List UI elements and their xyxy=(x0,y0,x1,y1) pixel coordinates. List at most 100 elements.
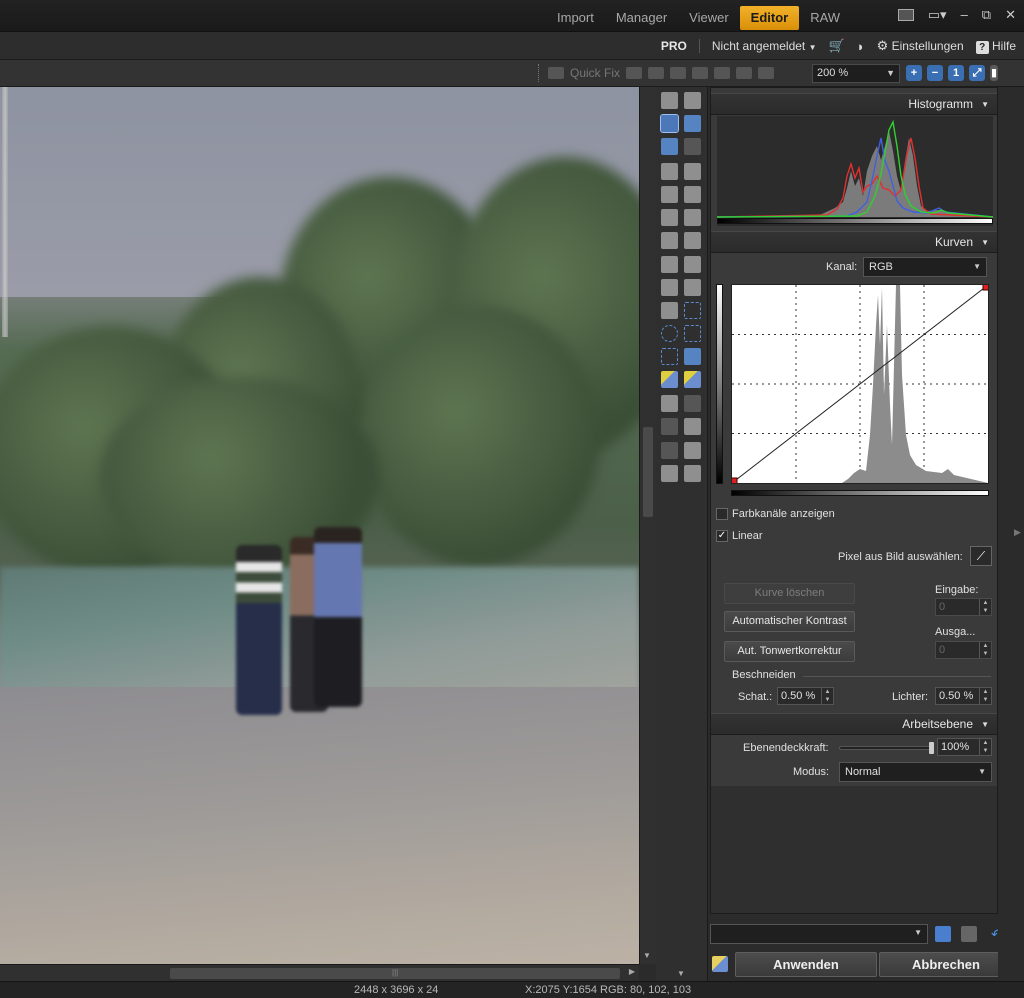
magic-wand-icon[interactable] xyxy=(661,371,678,388)
monitor-icon[interactable] xyxy=(897,9,914,21)
straighten-tool-icon[interactable] xyxy=(661,163,678,180)
apply-button[interactable]: Anwenden xyxy=(735,952,877,977)
image-canvas[interactable] xyxy=(0,87,639,964)
chevron-down-icon[interactable]: ▼ xyxy=(677,969,685,978)
line-tool-icon[interactable] xyxy=(661,442,678,459)
shape-tool-icon[interactable] xyxy=(684,418,701,435)
perspective-tool-icon[interactable] xyxy=(684,163,701,180)
scroll-thumb[interactable] xyxy=(643,427,653,517)
spinner-arrows-icon[interactable]: ▲ ▼ xyxy=(821,688,833,704)
brush-select-icon[interactable] xyxy=(684,371,701,388)
wand-tool-icon[interactable] xyxy=(661,256,678,273)
paint-icon[interactable] xyxy=(692,67,709,79)
layer-header[interactable]: Arbeitsebene ▼ xyxy=(711,713,997,735)
rect-select-icon[interactable] xyxy=(684,302,701,319)
rss-icon[interactable]: ◗ xyxy=(857,39,865,54)
cancel-button[interactable]: Abbrechen xyxy=(879,952,1013,977)
redeye-tool-icon[interactable] xyxy=(684,92,701,109)
show-channels-checkbox[interactable] xyxy=(716,508,728,520)
straighten-icon[interactable] xyxy=(648,67,665,79)
triangle-icon[interactable] xyxy=(714,67,731,79)
output-spinner[interactable]: 0 ▲ ▼ xyxy=(935,641,992,659)
copy-icon[interactable] xyxy=(961,926,977,942)
auto-levels-button[interactable]: Aut. Tonwertkorrektur xyxy=(724,641,855,662)
hand-tool-icon[interactable] xyxy=(661,138,678,155)
zoom-select[interactable]: 200 % ▼ xyxy=(812,64,900,83)
tab-viewer[interactable]: Viewer xyxy=(678,6,740,30)
mode-select[interactable]: Normal ▼ xyxy=(839,762,992,782)
brush-icon[interactable] xyxy=(670,67,687,79)
chevron-right-icon[interactable]: ▶ xyxy=(1014,527,1021,538)
curves-header[interactable]: Kurven ▼ xyxy=(711,231,997,253)
channel-select[interactable]: RGB ▼ xyxy=(863,257,987,277)
quick-fix-icon[interactable] xyxy=(548,67,564,79)
stamp-tool-icon[interactable] xyxy=(661,232,678,249)
ellipse-select-icon[interactable] xyxy=(661,325,678,342)
crop-tool-icon[interactable] xyxy=(684,138,701,155)
mask-tool-icon[interactable] xyxy=(684,395,701,412)
fill-tool-icon[interactable] xyxy=(684,279,701,296)
red-eye-icon[interactable] xyxy=(626,67,643,79)
path-tool-icon[interactable] xyxy=(684,442,701,459)
gradient-tool-icon[interactable] xyxy=(661,209,678,226)
polygon-select-icon[interactable] xyxy=(661,348,678,365)
preview-icon[interactable] xyxy=(712,956,728,972)
text-tool-icon[interactable] xyxy=(661,418,678,435)
zoom-out-icon[interactable]: − xyxy=(927,65,943,81)
panel-collapse-strip[interactable]: ▶ xyxy=(998,87,1024,981)
settings-button[interactable]: ⚙ Einstellungen xyxy=(877,38,964,54)
fit-icon[interactable]: ⤢ xyxy=(969,65,985,81)
clear-curve-button[interactable]: Kurve löschen xyxy=(724,583,855,604)
picker-tool-icon[interactable] xyxy=(684,465,701,482)
color-tool-icon[interactable] xyxy=(661,465,678,482)
frame-tool-icon[interactable] xyxy=(661,186,678,203)
transform-tool-icon[interactable] xyxy=(684,186,701,203)
quick-fix-tool-icon[interactable] xyxy=(661,92,678,109)
histogram-header[interactable]: Histogramm ▼ xyxy=(711,93,997,115)
adjust-tool-icon[interactable] xyxy=(660,114,679,133)
save-icon[interactable] xyxy=(935,926,951,942)
restore-button[interactable]: ⧉ xyxy=(982,8,991,22)
login-status-menu[interactable]: Nicht angemeldet ▼ xyxy=(712,39,817,53)
cart-icon[interactable]: 🛒 xyxy=(829,38,845,54)
horizontal-scrollbar[interactable]: ||| ▶ xyxy=(0,964,639,981)
spinner-arrows-icon[interactable]: ▲ ▼ xyxy=(979,599,991,615)
minimize-button[interactable]: – xyxy=(961,8,968,22)
tab-raw[interactable]: RAW xyxy=(799,6,851,30)
heal-tool-icon[interactable] xyxy=(684,232,701,249)
highlights-spinner[interactable]: 0.50 % ▲ ▼ xyxy=(935,687,992,705)
scroll-down-arrow[interactable]: ▼ xyxy=(643,951,651,960)
eraser-tool-icon[interactable] xyxy=(661,302,678,319)
image-icon[interactable] xyxy=(736,67,753,79)
close-button[interactable]: ✕ xyxy=(1005,8,1016,22)
auto-contrast-button[interactable]: Automatischer Kontrast xyxy=(724,611,855,632)
shadows-spinner[interactable]: 0.50 % ▲ ▼ xyxy=(777,687,834,705)
quick-fix-label[interactable]: Quick Fix xyxy=(570,66,620,80)
lasso-select-icon[interactable] xyxy=(684,325,701,342)
tab-editor[interactable]: Editor xyxy=(739,6,800,30)
opacity-slider[interactable] xyxy=(839,742,934,754)
curve-editor[interactable] xyxy=(730,283,990,485)
tab-import[interactable]: Import xyxy=(546,6,605,30)
input-spinner[interactable]: 0 ▲ ▼ xyxy=(935,598,992,616)
tab-manager[interactable]: Manager xyxy=(605,6,678,30)
display-menu-icon[interactable]: ▭▾ xyxy=(928,8,947,22)
linear-checkbox[interactable]: ✓ xyxy=(716,530,728,542)
opacity-slider-knob[interactable] xyxy=(929,742,934,754)
full-screen-icon[interactable]: ▮ xyxy=(990,65,998,81)
spinner-arrows-icon[interactable]: ▲ ▼ xyxy=(979,642,991,658)
pen-tool-icon[interactable] xyxy=(661,279,678,296)
magic-select-icon[interactable] xyxy=(684,348,701,365)
spinner-arrows-icon[interactable]: ▲ ▼ xyxy=(979,688,991,704)
preset-select[interactable]: ▼ xyxy=(710,924,928,944)
zoom-tool-icon[interactable] xyxy=(684,115,701,132)
eyedropper-icon[interactable]: ⟋ xyxy=(970,546,992,566)
vertical-scrollbar[interactable]: ▼ xyxy=(639,87,656,964)
actual-size-icon[interactable]: 1 xyxy=(948,65,964,81)
sharpen-tool-icon[interactable] xyxy=(684,256,701,273)
opacity-spinner[interactable]: 100% ▲ ▼ xyxy=(937,738,992,756)
spinner-arrows-icon[interactable]: ▲ ▼ xyxy=(979,739,991,755)
eye-tool-icon[interactable] xyxy=(684,209,701,226)
zoom-in-icon[interactable]: + xyxy=(906,65,922,81)
scroll-right-arrow[interactable]: ▶ xyxy=(629,967,635,976)
